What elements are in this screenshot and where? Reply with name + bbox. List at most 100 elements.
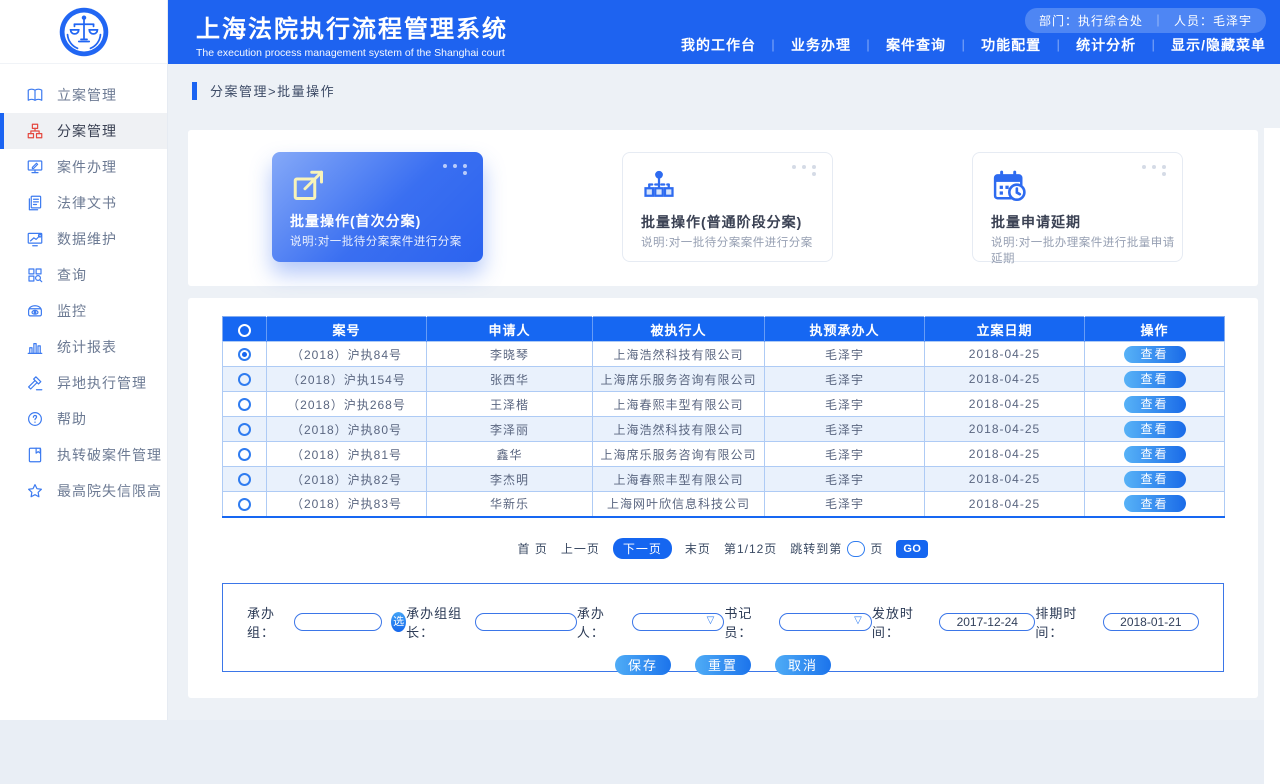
pick-group-button[interactable]: 选 (391, 612, 406, 632)
reset-button[interactable]: 重置 (695, 655, 751, 675)
cell-respondent: 上海网叶欣信息科技公司 (593, 492, 765, 517)
more-options-icon[interactable] (792, 165, 819, 176)
help-icon (26, 410, 44, 428)
sidebar-item-data-maintenance[interactable]: 数据维护 (0, 221, 167, 257)
jump-page-input[interactable] (847, 541, 865, 557)
sidebar-item-query[interactable]: 查询 (0, 257, 167, 293)
sidebar-item-label: 统计报表 (57, 337, 117, 357)
sidebar-item-help[interactable]: 帮助 (0, 401, 167, 437)
sidebar-item-bankruptcy-transfer[interactable]: 执转破案件管理 (0, 437, 167, 473)
go-button[interactable]: GO (896, 540, 928, 558)
next-page-button[interactable]: 下一页 (613, 538, 672, 559)
chevron-down-icon: ▽ (854, 615, 863, 626)
row-radio[interactable] (238, 348, 251, 361)
cell-handler: 毛泽宇 (765, 467, 925, 492)
first-page-link[interactable]: 首 页 (518, 540, 548, 557)
field-handler: 承办人： ▽ (577, 603, 725, 641)
clerk-select[interactable]: ▽ (779, 613, 872, 631)
bar-chart-icon (26, 338, 44, 356)
sidebar-item-label: 执转破案件管理 (57, 445, 162, 465)
cell-handler: 毛泽宇 (765, 367, 925, 392)
column-header-filing-date: 立案日期 (925, 317, 1085, 342)
row-radio[interactable] (238, 373, 251, 386)
sidebar-item-legal-documents[interactable]: 法律文书 (0, 185, 167, 221)
scrollbar-track[interactable] (1264, 128, 1280, 784)
row-radio[interactable] (238, 473, 251, 486)
view-button[interactable]: 查看 (1124, 346, 1186, 363)
column-header-action: 操作 (1085, 317, 1225, 342)
more-options-icon[interactable] (1142, 165, 1169, 176)
issue-date-field[interactable]: 2017-12-24 (939, 613, 1035, 631)
export-arrow-icon (290, 167, 326, 203)
card-description: 说明:对一批待分案案件进行分案 (641, 234, 813, 250)
prev-page-link[interactable]: 上一页 (561, 540, 600, 557)
cell-respondent: 上海席乐服务咨询有限公司 (593, 442, 765, 467)
row-radio[interactable] (238, 448, 251, 461)
sidebar-item-case-assignment[interactable]: 分案管理 (0, 113, 167, 149)
book-icon (26, 86, 44, 104)
cell-filing-date: 2018-04-25 (925, 392, 1085, 417)
last-page-link[interactable]: 末页 (685, 540, 711, 557)
save-button[interactable]: 保存 (615, 655, 671, 675)
group-input[interactable] (294, 613, 382, 631)
handler-select[interactable]: ▽ (632, 613, 725, 631)
sidebar-item-case-handling[interactable]: 案件办理 (0, 149, 167, 185)
row-radio[interactable] (238, 398, 251, 411)
card-batch-normal-stage-assignment[interactable]: 批量操作(普通阶段分案) 说明:对一批待分案案件进行分案 (622, 152, 833, 262)
cell-applicant: 李晓琴 (427, 342, 593, 367)
view-button[interactable]: 查看 (1124, 396, 1186, 413)
page-info: 第1/12页 (724, 540, 777, 557)
table-row: （2018）沪执81号 鑫华 上海席乐服务咨询有限公司 毛泽宇 2018-04-… (223, 442, 1225, 467)
form-fields-row: 承办组： 选 承办组组长： 承办人： ▽ (223, 603, 1223, 641)
view-button[interactable]: 查看 (1124, 471, 1186, 488)
cell-filing-date: 2018-04-25 (925, 417, 1085, 442)
sidebar-item-label: 异地执行管理 (57, 373, 147, 393)
data-maintenance-icon (26, 230, 44, 248)
nav-item-function-config[interactable]: 功能配置 (981, 35, 1041, 55)
select-all-header[interactable] (223, 317, 267, 342)
group-leader-input[interactable] (475, 613, 577, 631)
schedule-date-field[interactable]: 2018-01-21 (1103, 613, 1199, 631)
jump-prefix: 跳转到第 (790, 540, 842, 557)
nav-item-workbench[interactable]: 我的工作台 (681, 35, 756, 55)
calendar-clock-icon (991, 168, 1027, 204)
card-title: 批量操作(首次分案) (290, 211, 421, 231)
table-header-row: 案号 申请人 被执行人 执预承办人 立案日期 操作 (223, 317, 1225, 342)
sidebar-item-monitoring[interactable]: 监控 (0, 293, 167, 329)
cell-filing-date: 2018-04-25 (925, 467, 1085, 492)
cell-applicant: 华新乐 (427, 492, 593, 517)
view-button[interactable]: 查看 (1124, 495, 1186, 512)
row-radio[interactable] (238, 423, 251, 436)
view-button[interactable]: 查看 (1124, 446, 1186, 463)
monitor-eye-icon (26, 302, 44, 320)
nav-item-toggle-menu[interactable]: 显示/隐藏菜单 (1171, 35, 1266, 55)
row-radio[interactable] (238, 498, 251, 511)
card-batch-apply-extension[interactable]: 批量申请延期 说明:对一批办理案件进行批量申请延期 (972, 152, 1183, 262)
radio-icon[interactable] (238, 324, 251, 337)
nav-item-case-query[interactable]: 案件查询 (886, 35, 946, 55)
view-button[interactable]: 查看 (1124, 421, 1186, 438)
cell-case-no: （2018）沪执84号 (267, 342, 427, 367)
nav-item-statistics-analysis[interactable]: 统计分析 (1076, 35, 1136, 55)
column-header-handler: 执预承办人 (765, 317, 925, 342)
sidebar-item-statistics-report[interactable]: 统计报表 (0, 329, 167, 365)
table-row: （2018）沪执84号 李晓琴 上海浩然科技有限公司 毛泽宇 2018-04-2… (223, 342, 1225, 367)
sidebar-item-case-filing[interactable]: 立案管理 (0, 77, 167, 113)
field-clerk: 书记员： ▽ (724, 603, 872, 641)
field-schedule-time: 排期时间： 2018-01-21 (1035, 603, 1199, 641)
card-batch-first-assignment[interactable]: 批量操作(首次分案) 说明:对一批待分案案件进行分案 (272, 152, 483, 262)
sidebar-item-remote-execution[interactable]: 异地执行管理 (0, 365, 167, 401)
sidebar-item-label: 监控 (57, 301, 87, 321)
issue-time-label: 发放时间： (872, 603, 934, 641)
sidebar-item-supreme-court-dishonesty[interactable]: 最高院失信限高 (0, 473, 167, 509)
view-button[interactable]: 查看 (1124, 371, 1186, 388)
cancel-button[interactable]: 取消 (775, 655, 831, 675)
nav-item-business-handling[interactable]: 业务办理 (791, 35, 851, 55)
more-options-icon[interactable] (443, 164, 470, 175)
pagination: 首 页 上一页 下一页 末页 第1/12页 跳转到第 页 GO (188, 538, 1258, 559)
user-badge: 部门：执行综合处 ｜ 人员：毛泽宇 (1025, 8, 1266, 33)
clerk-label: 书记员： (724, 603, 774, 641)
cell-filing-date: 2018-04-25 (925, 342, 1085, 367)
org-chart-icon (26, 122, 44, 140)
cell-case-no: （2018）沪执268号 (267, 392, 427, 417)
